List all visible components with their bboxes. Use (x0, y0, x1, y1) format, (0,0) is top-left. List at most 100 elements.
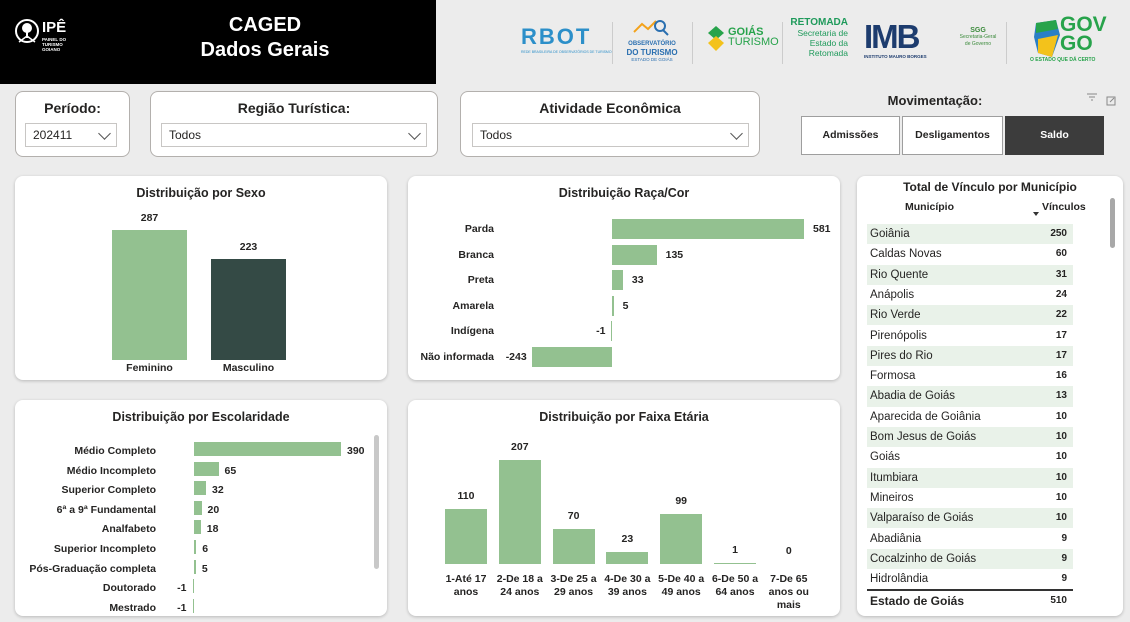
bar (660, 514, 703, 564)
saldo-button[interactable]: Saldo (1005, 116, 1104, 155)
total-value: 510 (1050, 595, 1067, 606)
table-scrollbar[interactable] (1110, 198, 1115, 248)
vinculos-cell: 16 (1055, 370, 1067, 382)
category-label: Parda (464, 223, 494, 235)
rbot-logo-text: RBOT (521, 24, 592, 49)
municipio-cell: Valparaíso de Goiás (870, 512, 974, 525)
municipio-cell: Caldas Novas (870, 248, 942, 261)
category-label: Analfabeto (101, 523, 156, 536)
atividade-slicer: Atividade Econômica Todos (460, 91, 760, 157)
data-label: 110 (457, 489, 475, 502)
category-label: Superior Incompleto (53, 543, 156, 555)
bar (194, 559, 196, 574)
periodo-value: 202411 (33, 128, 73, 142)
regiao-value: Todos (169, 128, 202, 142)
table-row[interactable]: Pirenópolis 17 (867, 326, 1073, 346)
table-row[interactable]: Goiás 10 (867, 447, 1073, 467)
filter-icon[interactable] (1087, 93, 1097, 104)
gov-go-logo-subtitle: O ESTADO QUE DÁ CERTO (1030, 57, 1096, 63)
divider (1006, 22, 1007, 64)
table-row[interactable]: Goiânia 250 (867, 224, 1073, 245)
vinculos-cell: 31 (1055, 268, 1067, 280)
municipio-cell: Goiânia (870, 228, 910, 240)
table-row[interactable]: Itumbiara 10 (867, 467, 1073, 488)
desligamentos-button[interactable]: Desligamentos (902, 116, 1003, 155)
brand-subtitle: PAINEL DO TURISMO GOIANO (42, 37, 67, 52)
tree-logo-icon (15, 19, 39, 43)
imb-logo: IMB INSTITUTO MAURO BORGES (864, 20, 942, 60)
vinculos-cell: 17 (1055, 329, 1067, 341)
sgg-logo: SGG Secretaria-Geral de Governo (958, 27, 998, 48)
data-label: 5 (201, 562, 208, 575)
bar (194, 442, 341, 456)
municipio-cell: Hidrolândia (870, 573, 929, 586)
table-row[interactable]: Rio Quente 31 (867, 264, 1073, 285)
category-label: Médio Completo (74, 445, 156, 457)
regiao-label: Região Turística: (237, 100, 351, 116)
table-row[interactable]: Hidrolândia 9 (867, 569, 1073, 589)
faixa-chart-title: Distribuição por Faixa Etária (539, 410, 709, 424)
vinculos-cell: 10 (1055, 451, 1067, 463)
category-label: Masculino (222, 362, 275, 374)
category-label: Doutorado (102, 582, 156, 595)
municipio-cell: Itumbiara (870, 471, 918, 484)
data-label: -1 (177, 601, 187, 614)
periodo-slicer: Período: 202411 (15, 91, 130, 157)
municipio-cell: Pirenópolis (870, 329, 927, 342)
page-title-line1: CAGED (228, 14, 302, 36)
category-label: 6ª a 9ª Fundamental (56, 503, 156, 516)
regiao-dropdown[interactable]: Todos (161, 123, 427, 147)
vinculos-cell: 24 (1055, 288, 1067, 300)
municipio-cell: Rio Quente (870, 268, 929, 281)
data-label: 20 (207, 503, 220, 516)
category-label: Mestrado (109, 601, 156, 614)
table-row[interactable]: Mineiros 10 (867, 488, 1073, 508)
table-row[interactable]: Bom Jesus de Goiás 10 (867, 427, 1073, 448)
vinculos-cell: 13 (1055, 390, 1067, 402)
table-row[interactable]: Anápolis 24 (867, 285, 1073, 305)
data-label: 33 (631, 274, 644, 286)
col-municipio-header[interactable]: Município (905, 201, 954, 213)
municipio-cell: Mineiros (870, 491, 914, 504)
vinculos-cell: 10 (1055, 410, 1067, 422)
bar (606, 552, 649, 564)
table-row[interactable]: Aparecida de Goiânia 10 (867, 407, 1073, 427)
chart-magnifier-icon (633, 20, 669, 36)
col-vinculos-header[interactable]: Vínculos (1042, 201, 1086, 213)
category-label: Superior Completo (61, 484, 156, 497)
gov-go-logo-text: GOV GO (1060, 13, 1107, 55)
table-row[interactable]: Abadia de Goiás 13 (867, 386, 1073, 407)
table-row[interactable]: Rio Verde 22 (867, 305, 1073, 326)
municipio-cell: Formosa (870, 370, 916, 383)
bar (194, 500, 202, 515)
periodo-dropdown[interactable]: 202411 (25, 123, 117, 147)
admissoes-button[interactable]: Admissões (801, 116, 900, 155)
escolaridade-chart-card: Distribuição por Escolaridade Médio Comp… (15, 400, 387, 616)
scrollbar[interactable] (374, 435, 379, 569)
table-row[interactable]: Abadiânia 9 (867, 529, 1073, 549)
sgg-logo-title: SGG (970, 27, 986, 34)
category-label: Preta (467, 274, 494, 286)
focus-mode-icon[interactable] (1106, 93, 1116, 111)
sexo-chart-card: Distribuição por Sexo 287 Feminino 223 Masc… (15, 176, 387, 380)
category-label: Feminino (126, 362, 173, 374)
table-row[interactable]: Pires do Rio 17 (867, 345, 1073, 367)
table-row[interactable]: Formosa 16 (867, 366, 1073, 386)
data-label: 23 (621, 533, 634, 546)
table-row[interactable]: Caldas Novas 60 (867, 244, 1073, 264)
vinculos-cell: 10 (1055, 491, 1067, 503)
data-label: -1 (596, 325, 606, 337)
observatorio-logo: OBSERVATÓRIO DO TURISMO ESTADO DE GOIÁS (622, 18, 682, 63)
ipe-logo: IPÊ PAINEL DO TURISMO GOIANO (14, 18, 74, 64)
table-row[interactable]: Valparaíso de Goiás 10 (867, 508, 1073, 529)
atividade-dropdown[interactable]: Todos (472, 123, 749, 147)
sgg-logo-line3: de Governo (964, 41, 992, 47)
goias-turismo-logo-line2: TURISMO (728, 36, 779, 48)
data-label: -243 (505, 350, 527, 363)
table-row[interactable]: Cocalzinho de Goiás 9 (867, 548, 1073, 570)
data-label: 207 (511, 441, 529, 453)
data-label: 99 (675, 495, 688, 508)
bar (612, 270, 623, 290)
bar-feminino (112, 230, 187, 360)
bar (612, 219, 804, 239)
